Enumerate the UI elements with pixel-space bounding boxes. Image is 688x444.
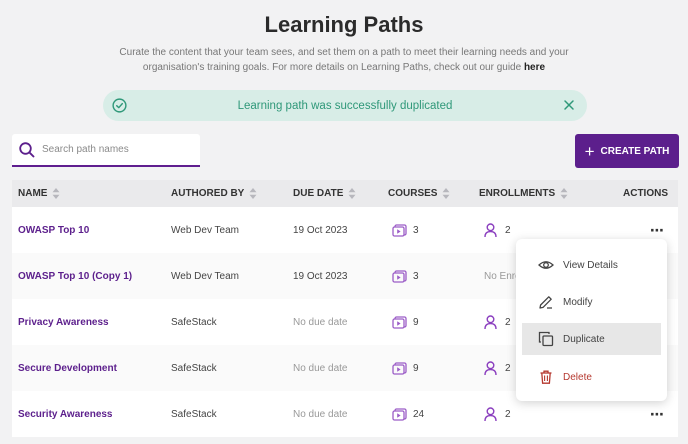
author-cell: SafeStack <box>171 316 217 328</box>
table-header: NAME AUTHORED BY DUE DATE COURSES ENROLL… <box>12 180 678 207</box>
path-name-link[interactable]: Security Awareness <box>18 391 113 437</box>
menu-item-modify[interactable]: Modify <box>522 286 661 318</box>
column-label: COURSES <box>388 188 438 199</box>
courses-icon <box>392 315 407 329</box>
user-icon <box>484 406 497 421</box>
courses-count: 3 <box>413 224 419 236</box>
courses-count: 3 <box>413 270 419 282</box>
enrollments-cell: 2 <box>484 345 511 391</box>
column-header-due-date[interactable]: DUE DATE <box>293 187 356 200</box>
author-cell: Web Dev Team <box>171 270 239 282</box>
column-label: AUTHORED BY <box>171 188 245 199</box>
menu-item-label: Duplicate <box>563 333 605 345</box>
trash-icon <box>540 370 552 384</box>
row-actions-menu: View Details Modify Duplicate Delete <box>516 239 667 401</box>
create-path-label: CREATE PATH <box>600 145 670 157</box>
page-title: Learning Paths <box>264 12 424 37</box>
due-date-cell: No due date <box>293 316 348 328</box>
subtitle-text: Curate the content that your team sees, … <box>119 47 569 73</box>
duplicate-icon <box>538 331 554 347</box>
column-header-enrollments[interactable]: ENROLLMENTS <box>479 187 568 200</box>
plus-icon: + <box>584 141 595 161</box>
menu-item-label: View Details <box>563 259 618 271</box>
due-date-cell: 19 Oct 2023 <box>293 270 348 282</box>
courses-count: 9 <box>413 316 419 328</box>
page-subtitle: Curate the content that your team sees, … <box>110 45 578 75</box>
column-label: ENROLLMENTS <box>479 188 556 199</box>
column-header-courses[interactable]: COURSES <box>388 187 450 200</box>
column-header-authored-by[interactable]: AUTHORED BY <box>171 187 257 200</box>
courses-cell: 24 <box>392 391 424 437</box>
path-name-link[interactable]: OWASP Top 10 <box>18 207 89 253</box>
path-name-link[interactable]: Privacy Awareness <box>18 299 109 345</box>
user-icon <box>484 222 497 237</box>
enrollments-cell: 2 <box>484 391 511 437</box>
courses-count: 24 <box>413 408 425 420</box>
due-date-cell: 19 Oct 2023 <box>293 224 348 236</box>
courses-icon <box>392 361 407 375</box>
path-name-link[interactable]: OWASP Top 10 (Copy 1) <box>18 253 132 299</box>
courses-cell: 3 <box>392 207 419 253</box>
author-cell: SafeStack <box>171 408 217 420</box>
sort-icon <box>560 188 568 199</box>
path-name-link[interactable]: Secure Development <box>18 345 117 391</box>
column-header-name[interactable]: NAME <box>18 187 60 200</box>
courses-icon <box>392 269 407 283</box>
menu-item-duplicate[interactable]: Duplicate <box>522 323 661 355</box>
enrollments-count: 2 <box>505 362 511 374</box>
user-icon <box>484 360 497 375</box>
sort-icon <box>348 188 356 199</box>
author-cell: SafeStack <box>171 362 217 374</box>
enrollments-count: 2 <box>505 408 511 420</box>
due-date-cell: No due date <box>293 362 348 374</box>
column-header-actions: ACTIONS <box>623 188 668 199</box>
courses-cell: 9 <box>392 299 419 345</box>
due-date-cell: No due date <box>293 408 348 420</box>
sort-icon <box>52 188 60 199</box>
guide-link[interactable]: here <box>524 62 545 73</box>
menu-item-view-details[interactable]: View Details <box>522 249 661 281</box>
enrollments-cell: 2 <box>484 299 511 345</box>
search-input[interactable] <box>42 144 192 155</box>
pencil-icon <box>539 296 552 309</box>
column-label: NAME <box>18 188 48 199</box>
enrollments-cell: 2 <box>484 207 511 253</box>
courses-icon <box>392 407 407 421</box>
menu-item-label: Modify <box>563 296 593 308</box>
search-icon <box>19 141 35 157</box>
column-label: ACTIONS <box>623 188 668 199</box>
author-cell: Web Dev Team <box>171 224 239 236</box>
courses-count: 9 <box>413 362 419 374</box>
menu-item-delete[interactable]: Delete <box>522 361 661 393</box>
courses-icon <box>392 223 407 237</box>
toast-message: Learning path was successfully duplicate… <box>237 99 453 112</box>
enrollments-count: 2 <box>505 316 511 328</box>
search-box <box>12 134 200 167</box>
courses-cell: 9 <box>392 345 419 391</box>
create-path-button[interactable]: + CREATE PATH <box>575 134 679 168</box>
menu-item-label: Delete <box>563 371 592 383</box>
enrollments-count: 2 <box>505 224 511 236</box>
close-icon[interactable] <box>563 99 575 111</box>
sort-icon <box>249 188 257 199</box>
success-toast: Learning path was successfully duplicate… <box>103 90 587 121</box>
courses-cell: 3 <box>392 253 419 299</box>
sort-icon <box>442 188 450 199</box>
column-label: DUE DATE <box>293 188 344 199</box>
user-icon <box>484 314 497 329</box>
eye-icon <box>538 261 554 269</box>
